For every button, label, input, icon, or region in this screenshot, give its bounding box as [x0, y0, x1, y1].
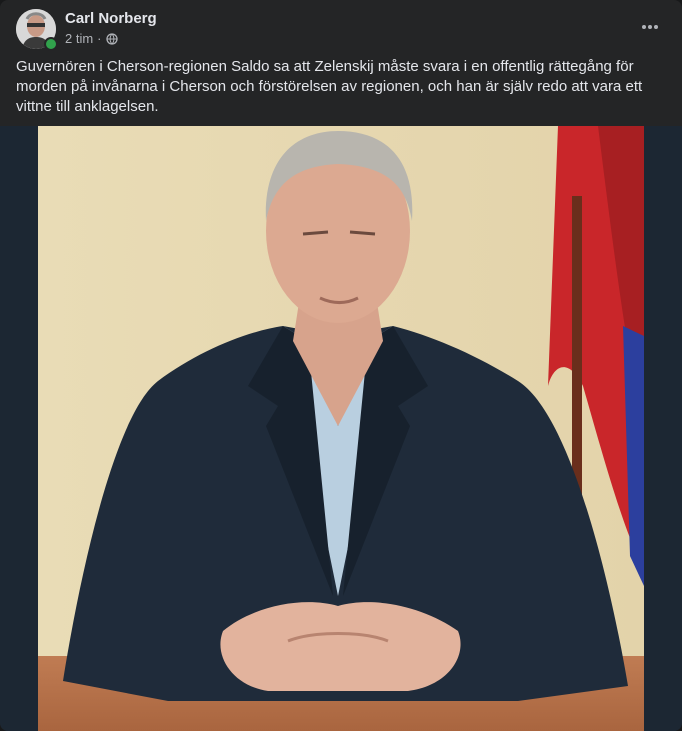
more-options-icon-dot: [648, 25, 652, 29]
post-meta: 2 tim ·: [65, 31, 118, 46]
globe-icon[interactable]: [105, 32, 118, 45]
more-options-button[interactable]: [636, 14, 664, 40]
more-options-icon: [642, 25, 646, 29]
post-photo[interactable]: [38, 126, 644, 731]
post-card: Carl Norberg 2 tim · Guvernören i Cherso…: [0, 0, 682, 731]
post-media[interactable]: [0, 126, 682, 731]
online-status-dot: [44, 37, 58, 51]
author-name[interactable]: Carl Norberg: [65, 10, 157, 27]
post-time[interactable]: 2 tim: [65, 31, 93, 46]
post-text: Guvernören i Cherson-regionen Saldo sa a…: [16, 58, 643, 115]
more-options-icon-dot: [654, 25, 658, 29]
meta-separator: ·: [97, 31, 102, 46]
